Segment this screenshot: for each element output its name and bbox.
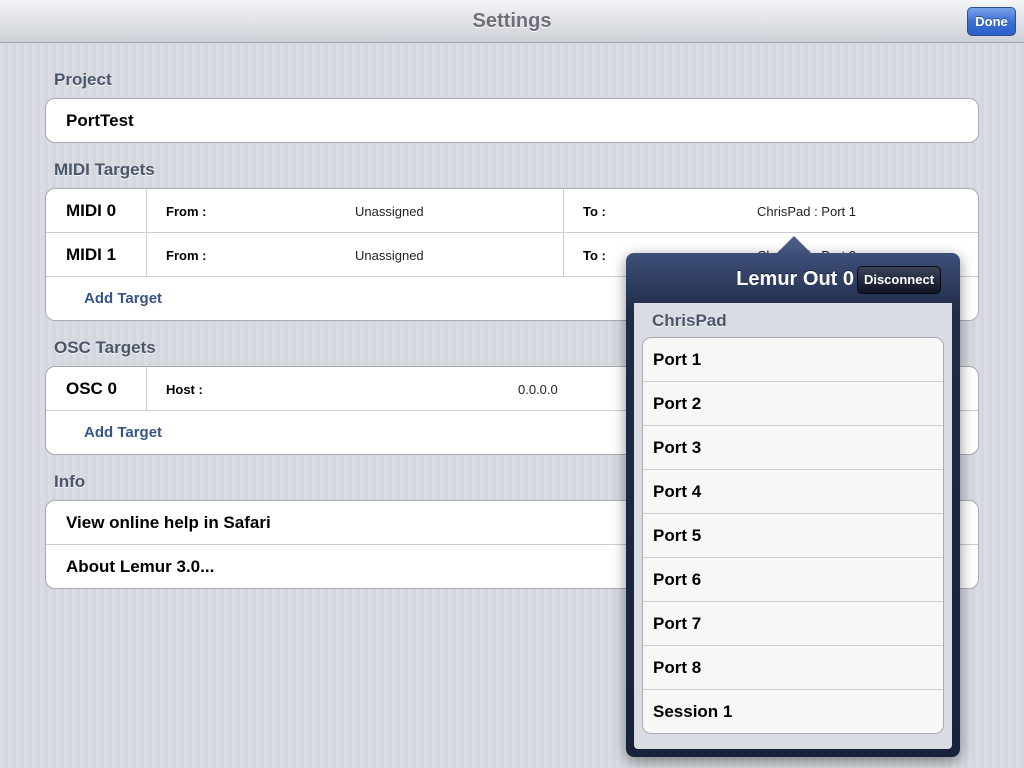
port-label: Port 3 (653, 438, 702, 457)
midi-target-name: MIDI 0 (66, 201, 117, 220)
add-target-button[interactable]: Add Target (84, 424, 162, 441)
popover-arrow (776, 236, 812, 254)
popover-section-label: ChrisPad (652, 311, 727, 330)
port-label: Port 2 (653, 394, 702, 413)
section-label-project: Project (54, 70, 112, 89)
add-target-button[interactable]: Add Target (84, 290, 162, 307)
midi-target-row[interactable]: MIDI 0 From : Unassigned To : ChrisPad :… (46, 189, 978, 233)
port-item[interactable]: Port 1 (643, 338, 943, 382)
midi-target-name: MIDI 1 (66, 245, 117, 264)
port-item[interactable]: Port 5 (643, 514, 943, 558)
port-label: Port 4 (653, 482, 702, 501)
port-popover: Lemur Out 0 Disconnect ChrisPad Port 1 P… (626, 253, 960, 757)
project-name: PortTest (66, 111, 134, 130)
port-item[interactable]: Port 2 (643, 382, 943, 426)
to-value[interactable]: ChrisPad : Port 1 (757, 204, 856, 219)
section-label-osc-targets: OSC Targets (54, 338, 156, 357)
port-item[interactable]: Port 4 (643, 470, 943, 514)
column-divider (146, 189, 147, 232)
online-help-link[interactable]: View online help in Safari (66, 513, 271, 533)
port-item[interactable]: Port 3 (643, 426, 943, 470)
column-divider (146, 233, 147, 276)
port-label: Port 8 (653, 658, 702, 677)
osc-target-name: OSC 0 (66, 379, 118, 398)
column-divider (146, 367, 147, 410)
to-label: To : (583, 204, 606, 219)
column-divider (563, 189, 564, 232)
port-list: Port 1 Port 2 Port 3 Port 4 Port 5 Port … (642, 337, 944, 734)
from-value[interactable]: Unassigned (355, 248, 424, 263)
port-item[interactable]: Session 1 (643, 690, 943, 733)
project-name-row[interactable]: PortTest (46, 99, 978, 142)
disconnect-button[interactable]: Disconnect (857, 266, 941, 294)
host-label: Host : (166, 382, 203, 397)
popover-title: Lemur Out 0 (736, 268, 854, 290)
from-value[interactable]: Unassigned (355, 204, 424, 219)
column-divider (563, 233, 564, 276)
about-link[interactable]: About Lemur 3.0... (66, 557, 214, 577)
done-button[interactable]: Done (967, 7, 1016, 36)
page-title: Settings (472, 10, 552, 32)
from-label: From : (166, 248, 207, 263)
navigation-bar: Settings Done (0, 0, 1024, 43)
port-item[interactable]: Port 8 (643, 646, 943, 690)
from-label: From : (166, 204, 207, 219)
to-label: To : (583, 248, 606, 263)
popover-content: ChrisPad Port 1 Port 2 Port 3 Port 4 Por… (634, 303, 952, 749)
port-item[interactable]: Port 6 (643, 558, 943, 602)
popover-header: Lemur Out 0 Disconnect (632, 259, 954, 303)
section-label-info: Info (54, 472, 86, 491)
section-label-midi-targets: MIDI Targets (54, 160, 155, 179)
port-label: Port 6 (653, 570, 702, 589)
project-group: PortTest (45, 98, 979, 143)
port-label: Session 1 (653, 702, 733, 721)
port-item[interactable]: Port 7 (643, 602, 943, 646)
host-value[interactable]: 0.0.0.0 (518, 382, 558, 397)
port-label: Port 5 (653, 526, 702, 545)
port-label: Port 7 (653, 614, 702, 633)
port-label: Port 1 (653, 350, 702, 369)
